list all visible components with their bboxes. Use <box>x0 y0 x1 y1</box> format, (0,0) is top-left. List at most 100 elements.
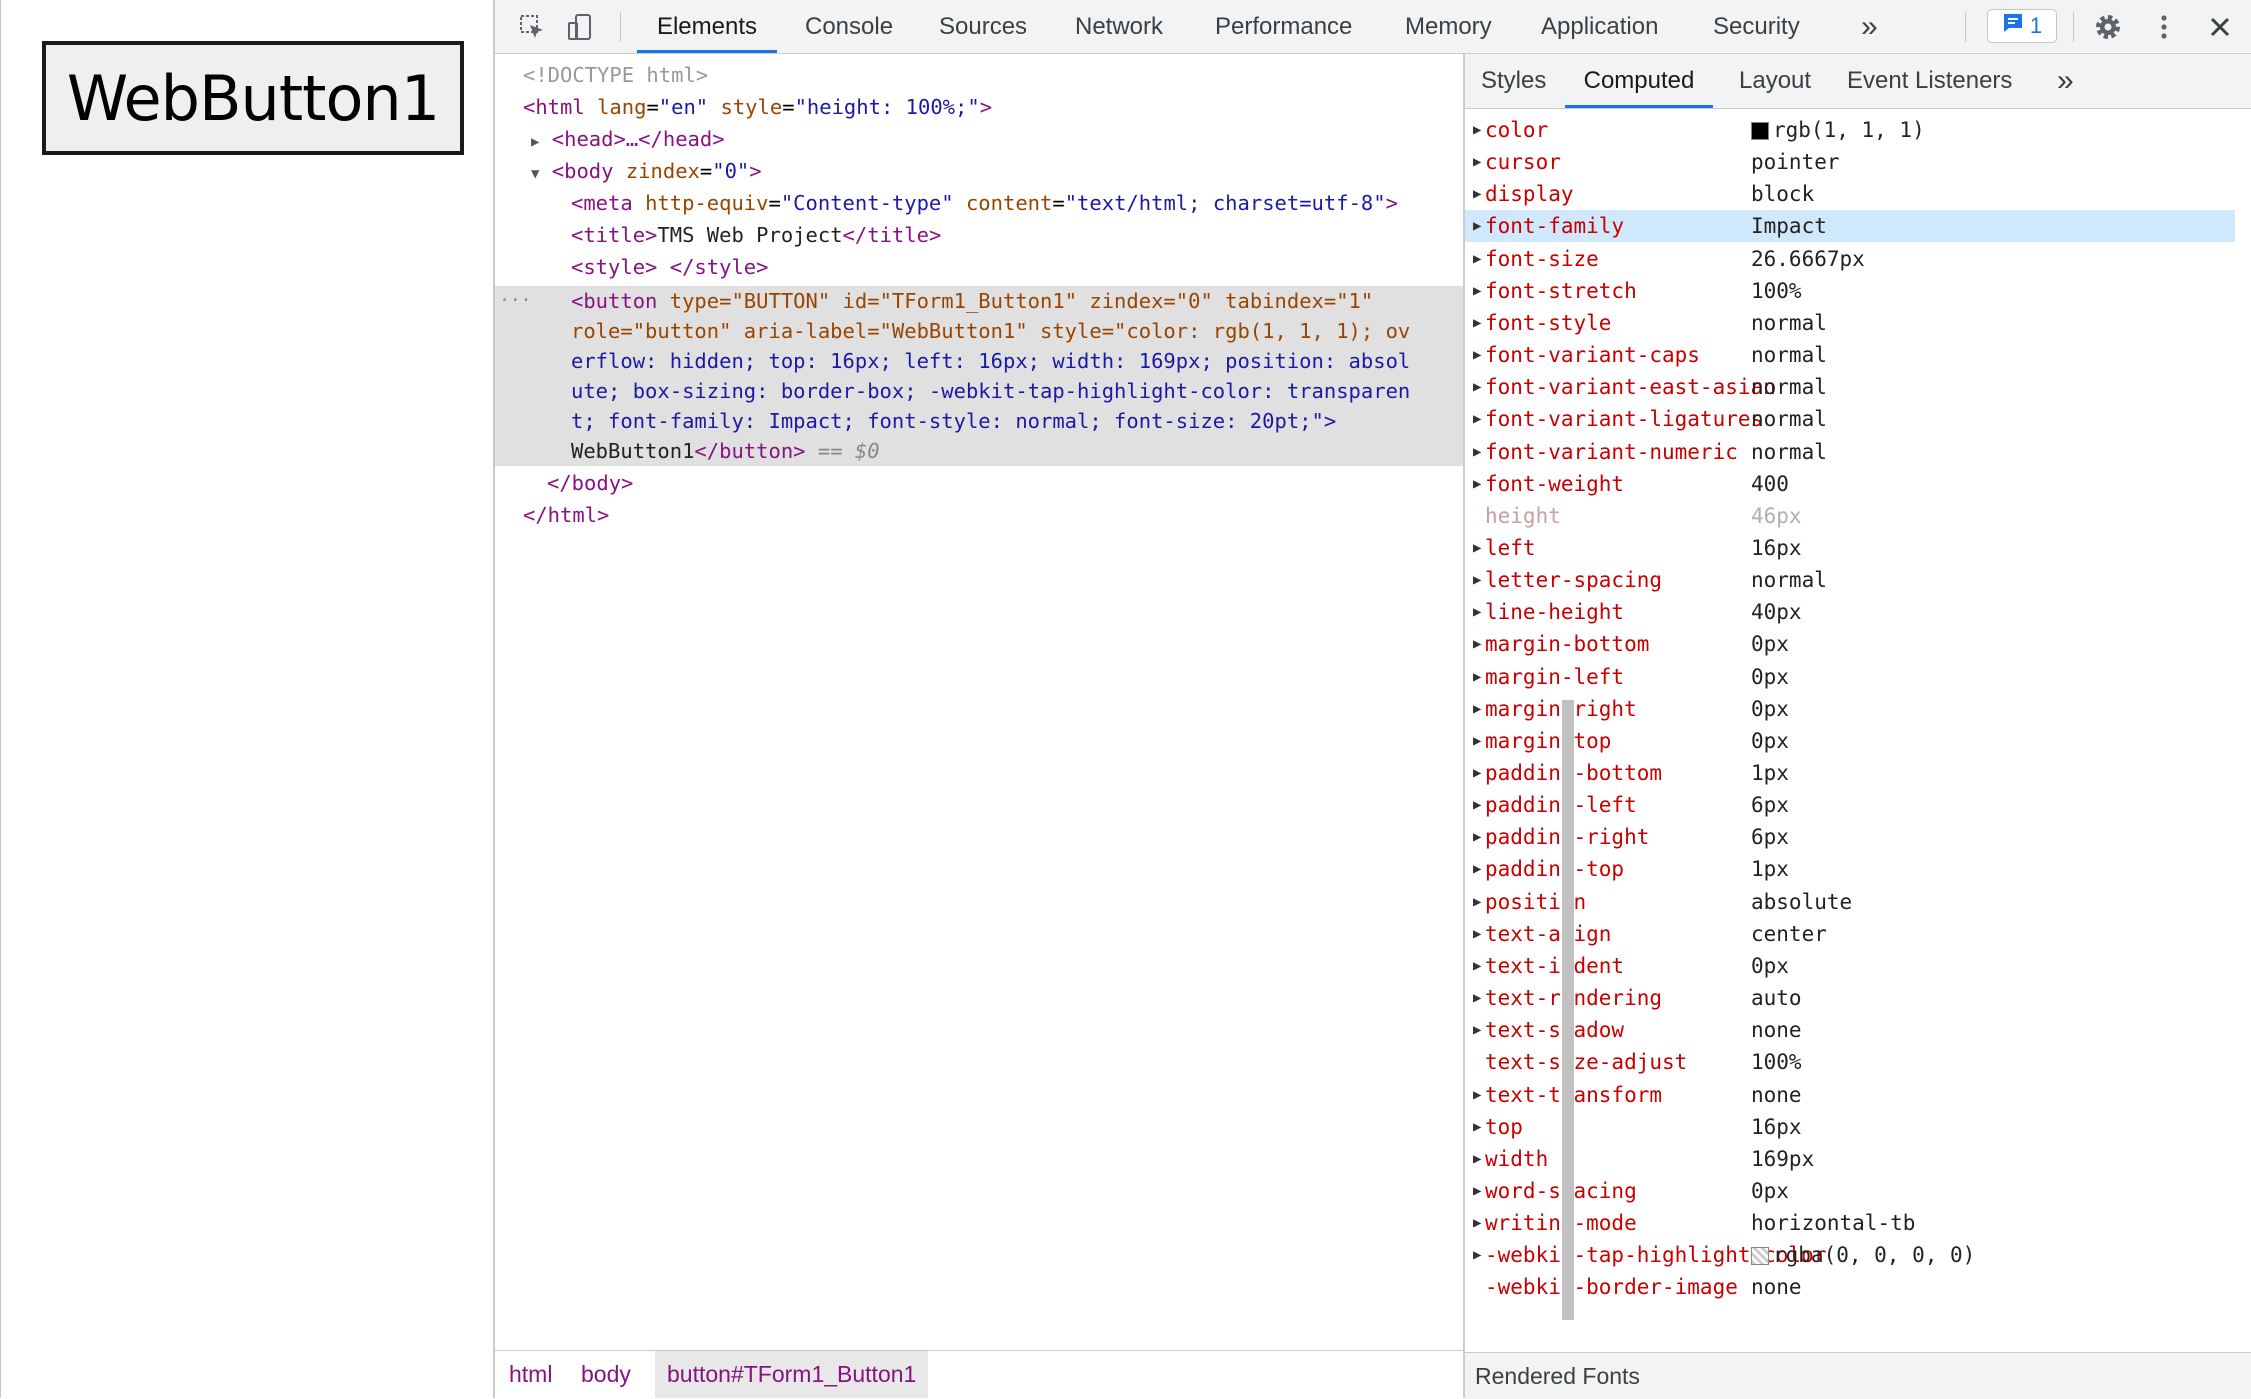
expand-triangle-icon[interactable]: ▶ <box>1473 403 1481 435</box>
dom-button-line[interactable]: <button type="BUTTON" id="TForm1_Button1… <box>571 286 1373 316</box>
expand-triangle-icon[interactable]: ▶ <box>1473 661 1481 693</box>
dom-button-text[interactable]: WebButton1</button> == $0 <box>571 436 880 466</box>
close-icon[interactable] <box>2205 12 2235 42</box>
computed-property-row[interactable]: ▶ font-variant-east-asian normal <box>1465 371 2235 403</box>
computed-property-row[interactable]: ▶ -webkit-tap-highlight-color rgba(0, 0, 0… <box>1465 1239 2235 1271</box>
computed-property-row[interactable]: ▶ margin-left 0px <box>1465 661 2235 693</box>
computed-property-row[interactable]: ▶ margin-bottom 0px <box>1465 628 2235 660</box>
expand-triangle-icon[interactable]: ▶ <box>1473 821 1481 853</box>
dom-style[interactable]: <style> </style> <box>571 252 768 282</box>
dom-body-close[interactable]: </body> <box>547 468 633 498</box>
expand-triangle-icon[interactable]: ▶ <box>1473 693 1481 725</box>
computed-property-row[interactable]: ▶text-transformnone <box>1465 1079 2235 1111</box>
computed-property-row[interactable]: ▶ text-indent 0px <box>1465 950 2235 982</box>
expand-triangle-icon[interactable]: ▶ <box>1473 275 1481 307</box>
expand-triangle-icon[interactable]: ▶ <box>1473 178 1481 210</box>
computed-property-row[interactable]: ▶ font-weight 400 <box>1465 468 2235 500</box>
web-button[interactable]: WebButton1 <box>42 41 464 155</box>
expand-triangle-icon[interactable]: ▶ <box>1473 339 1481 371</box>
computed-property-row[interactable]: ▶ text-shadow none <box>1465 1014 2235 1046</box>
computed-property-row[interactable]: ▶ letter-spacing normal <box>1465 564 2235 596</box>
dom-doctype[interactable]: <!DOCTYPE html> <box>523 60 708 90</box>
tab-security[interactable]: Security <box>1713 0 1800 53</box>
dom-html-close[interactable]: </html> <box>523 500 609 530</box>
expand-triangle-icon[interactable]: ▶ <box>1473 468 1481 500</box>
expand-triangle-icon[interactable]: ▶ <box>531 134 539 150</box>
computed-property-row[interactable]: ▶ padding-left 6px <box>1465 789 2235 821</box>
expand-triangle-icon[interactable]: ▶ <box>1473 371 1481 403</box>
computed-property-row[interactable]: ▶ font-style normal <box>1465 307 2235 339</box>
issues-badge[interactable]: 1 <box>1987 9 2057 43</box>
computed-property-row[interactable]: ▶padding-bottom1px <box>1465 757 2235 789</box>
computed-property-row[interactable]: ▶ display block <box>1465 178 2235 210</box>
computed-property-row[interactable]: ▶ font-variant-caps normal <box>1465 339 2235 371</box>
computed-property-row[interactable]: ▶ font-variant-ligatures normal <box>1465 403 2235 435</box>
expand-triangle-icon[interactable]: ▶ <box>1473 1111 1481 1143</box>
computed-property-row[interactable]: ▶ word-spacing 0px <box>1465 1175 2235 1207</box>
computed-property-row[interactable]: height 46px <box>1465 500 2235 532</box>
computed-property-row[interactable]: ▶ font-size 26.6667px <box>1465 243 2235 275</box>
expand-triangle-icon[interactable]: ▶ <box>1473 596 1481 628</box>
color-swatch[interactable] <box>1751 122 1769 140</box>
expand-triangle-icon[interactable]: ▶ <box>1473 1014 1481 1046</box>
expand-triangle-icon[interactable]: ▶ <box>1473 628 1481 660</box>
tab-application[interactable]: Application <box>1541 0 1658 53</box>
expand-triangle-icon[interactable]: ▶ <box>1473 564 1481 596</box>
dom-button-line[interactable]: t; font-family: Impact; font-style: norm… <box>571 406 1336 436</box>
computed-property-row[interactable]: ▶text-renderingauto <box>1465 982 2235 1014</box>
device-toolbar-icon[interactable] <box>565 12 595 42</box>
breadcrumb-button[interactable]: button#TForm1_Button1 <box>655 1351 929 1398</box>
breadcrumb-html[interactable]: html <box>497 1351 564 1398</box>
more-tabs-button[interactable]: » <box>1861 0 1878 53</box>
expand-triangle-icon[interactable]: ▶ <box>1473 1207 1481 1239</box>
tab-console[interactable]: Console <box>805 0 893 53</box>
tab-elements[interactable]: Elements <box>637 0 777 53</box>
expand-triangle-icon[interactable]: ▶ <box>1473 789 1481 821</box>
expand-triangle-icon[interactable]: ▶ <box>1473 1079 1481 1111</box>
expand-triangle-icon[interactable]: ▶ <box>1473 757 1481 789</box>
expand-triangle-icon[interactable]: ▶ <box>1473 307 1481 339</box>
expand-triangle-icon[interactable]: ▶ <box>1473 853 1481 885</box>
dom-button-line[interactable]: ute; box-sizing: border-box; -webkit-tap… <box>571 376 1410 406</box>
tab-sources[interactable]: Sources <box>939 0 1027 53</box>
expand-triangle-icon[interactable]: ▶ <box>1473 243 1481 275</box>
computed-property-row[interactable]: ▶ font-stretch 100% <box>1465 275 2235 307</box>
inspect-element-icon[interactable] <box>517 12 547 42</box>
more-side-tabs-button[interactable]: » <box>2057 54 2074 108</box>
expand-triangle-icon[interactable]: ▶ <box>1473 725 1481 757</box>
dom-title[interactable]: <title>TMS Web Project</title> <box>571 220 941 250</box>
computed-property-row[interactable]: ▶ text-align center <box>1465 918 2235 950</box>
breadcrumb-body[interactable]: body <box>569 1351 643 1398</box>
dom-button-line[interactable]: role="button" aria-label="WebButton1" st… <box>571 316 1410 346</box>
computed-property-row[interactable]: ▶padding-right6px <box>1465 821 2235 853</box>
computed-property-row[interactable]: ▶ padding-top 1px <box>1465 853 2235 885</box>
node-actions-ellipsis[interactable]: ··· <box>499 286 532 316</box>
expand-triangle-icon[interactable]: ▶ <box>1473 886 1481 918</box>
computed-property-row[interactable]: -webkit-border-image none <box>1465 1271 2235 1303</box>
tab-performance[interactable]: Performance <box>1215 0 1352 53</box>
computed-property-row[interactable]: ▶ line-height 40px <box>1465 596 2235 628</box>
tab-network[interactable]: Network <box>1075 0 1163 53</box>
tab-computed[interactable]: Computed <box>1565 54 1713 108</box>
computed-property-row[interactable]: ▶ width 169px <box>1465 1143 2235 1175</box>
computed-property-row[interactable]: ▶ margin-right 0px <box>1465 693 2235 725</box>
expand-triangle-icon[interactable]: ▶ <box>1473 982 1481 1014</box>
expand-triangle-icon[interactable]: ▶ <box>1473 1175 1481 1207</box>
expand-triangle-icon[interactable]: ▶ <box>1473 114 1481 146</box>
expand-triangle-icon[interactable]: ▶ <box>1473 436 1481 468</box>
computed-property-row[interactable]: ▶ cursor pointer <box>1465 146 2235 178</box>
dom-button-line[interactable]: erflow: hidden; top: 16px; left: 16px; w… <box>571 346 1410 376</box>
computed-property-row[interactable]: text-size-adjust 100% <box>1465 1046 2235 1078</box>
collapse-triangle-icon[interactable]: ▼ <box>531 166 539 182</box>
dom-head[interactable]: ▶ <head>…</head> <box>531 124 725 154</box>
gear-icon[interactable] <box>2093 12 2123 42</box>
tab-layout[interactable]: Layout <box>1739 54 1811 108</box>
computed-property-row[interactable]: ▶ color rgb(1, 1, 1) <box>1465 114 2235 146</box>
tab-memory[interactable]: Memory <box>1405 0 1492 53</box>
expand-triangle-icon[interactable]: ▶ <box>1473 532 1481 564</box>
computed-property-row[interactable]: ▶ font-variant-numeric normal <box>1465 436 2235 468</box>
kebab-menu-icon[interactable] <box>2149 12 2179 42</box>
computed-scrollbar[interactable] <box>1562 700 1574 1320</box>
expand-triangle-icon[interactable]: ▶ <box>1473 210 1481 242</box>
dom-body-open[interactable]: ▼ <body zindex="0"> <box>531 156 762 186</box>
